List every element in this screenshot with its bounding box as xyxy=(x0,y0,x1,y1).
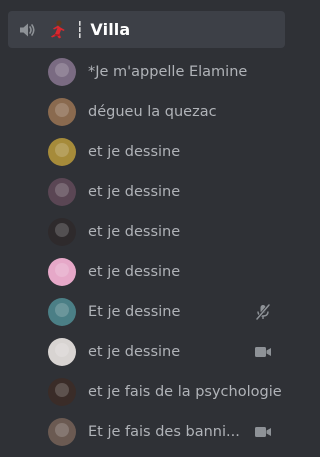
avatar xyxy=(48,258,76,286)
user-name: et je dessine xyxy=(88,264,181,280)
user-name: et je dessine xyxy=(88,184,181,200)
voice-user[interactable]: et je dessine xyxy=(48,257,288,287)
channel-name: ┆ Villa xyxy=(75,20,131,39)
voice-channel-villa[interactable]: ┆ Villa xyxy=(8,11,285,48)
voice-user[interactable]: et je dessine xyxy=(48,217,288,247)
avatar xyxy=(48,298,76,326)
avatar xyxy=(48,58,76,86)
user-name: et je dessine xyxy=(88,344,181,360)
avatar xyxy=(48,178,76,206)
dancer-emoji-icon xyxy=(47,19,69,41)
avatar xyxy=(48,338,76,366)
speaker-icon xyxy=(17,20,37,40)
voice-user[interactable]: Et je fais des banni... xyxy=(48,417,288,447)
voice-channel-panel: ┆ Villa *Je m'appelle Elamine dégueu la q… xyxy=(0,0,294,457)
video-camera-icon xyxy=(253,342,273,362)
avatar xyxy=(48,98,76,126)
voice-user[interactable]: et je dessine xyxy=(48,137,288,167)
user-name: Et je dessine xyxy=(88,304,181,320)
muted-microphone-icon xyxy=(253,302,273,322)
user-name: *Je m'appelle Elamine xyxy=(88,64,248,80)
user-name: et je dessine xyxy=(88,224,181,240)
user-name: Et je fais des banni... xyxy=(88,424,240,440)
video-camera-icon xyxy=(253,422,273,442)
avatar xyxy=(48,418,76,446)
user-name: et je fais de la psychologie xyxy=(88,384,282,400)
voice-user[interactable]: et je dessine xyxy=(48,177,288,207)
voice-user[interactable]: *Je m'appelle Elamine xyxy=(48,57,288,87)
voice-user[interactable]: et je dessine xyxy=(48,337,288,367)
user-name: dégueu la quezac xyxy=(88,104,217,120)
voice-user[interactable]: et je fais de la psychologie xyxy=(48,377,288,407)
avatar xyxy=(48,218,76,246)
voice-user[interactable]: Et je dessine xyxy=(48,297,288,327)
avatar xyxy=(48,378,76,406)
user-name: et je dessine xyxy=(88,144,181,160)
voice-user[interactable]: dégueu la quezac xyxy=(48,97,288,127)
avatar xyxy=(48,138,76,166)
